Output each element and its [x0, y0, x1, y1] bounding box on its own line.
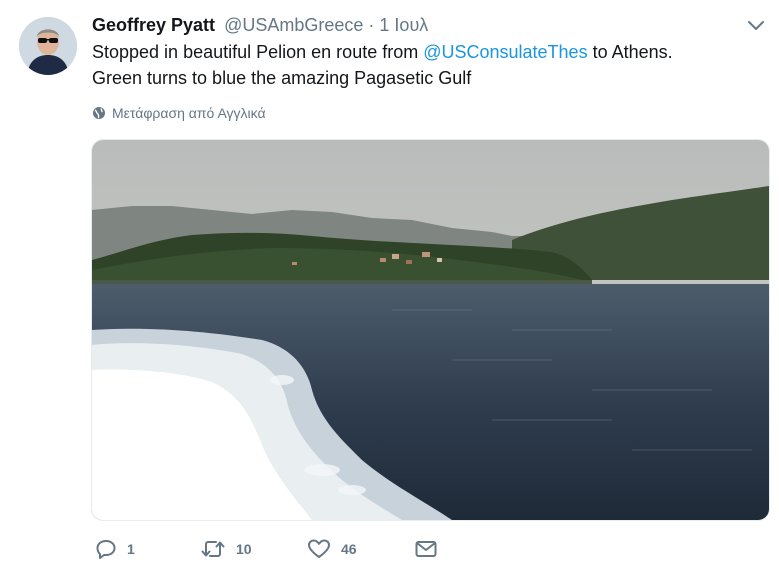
translate-label: Μετάφραση από Αγγλικά [112, 105, 266, 121]
mention-link[interactable]: @USConsulateThes [423, 42, 587, 62]
separator: · [368, 15, 375, 35]
translate-link[interactable]: Μετάφραση από Αγγλικά [92, 103, 266, 123]
reply-icon [96, 540, 116, 559]
retweet-button[interactable]: 10 [200, 536, 252, 562]
globe-icon [93, 107, 105, 119]
tweet-header: Geoffrey Pyatt @USAmbGreece · 1 Ιουλ [92, 13, 428, 37]
chevron-down-icon[interactable] [746, 18, 766, 32]
retweet-icon [201, 541, 225, 557]
tweet-text-part2: to Athens. [587, 42, 673, 62]
tweet-date[interactable]: 1 Ιουλ [379, 15, 428, 35]
reply-button[interactable]: 1 [95, 536, 135, 562]
avatar[interactable] [19, 17, 77, 75]
author-handle[interactable]: @USAmbGreece [224, 15, 363, 35]
retweet-count: 10 [236, 541, 252, 557]
like-button[interactable]: 46 [307, 536, 357, 562]
tweet-text: Stopped in beautiful Pelion en route fro… [92, 39, 762, 91]
envelope-icon [415, 541, 437, 557]
tweet-photo[interactable] [91, 139, 770, 521]
like-count: 46 [341, 541, 357, 557]
tweet-text-line2: Green turns to blue the amazing Pagaseti… [92, 68, 472, 88]
heart-icon [308, 539, 330, 558]
reply-count: 1 [127, 541, 135, 557]
author-name[interactable]: Geoffrey Pyatt [92, 15, 215, 35]
direct-message-button[interactable] [414, 536, 438, 562]
tweet-text-line1: Stopped in beautiful Pelion en route fro… [92, 39, 762, 65]
tweet-text-part1: Stopped in beautiful Pelion en route fro… [92, 42, 424, 62]
